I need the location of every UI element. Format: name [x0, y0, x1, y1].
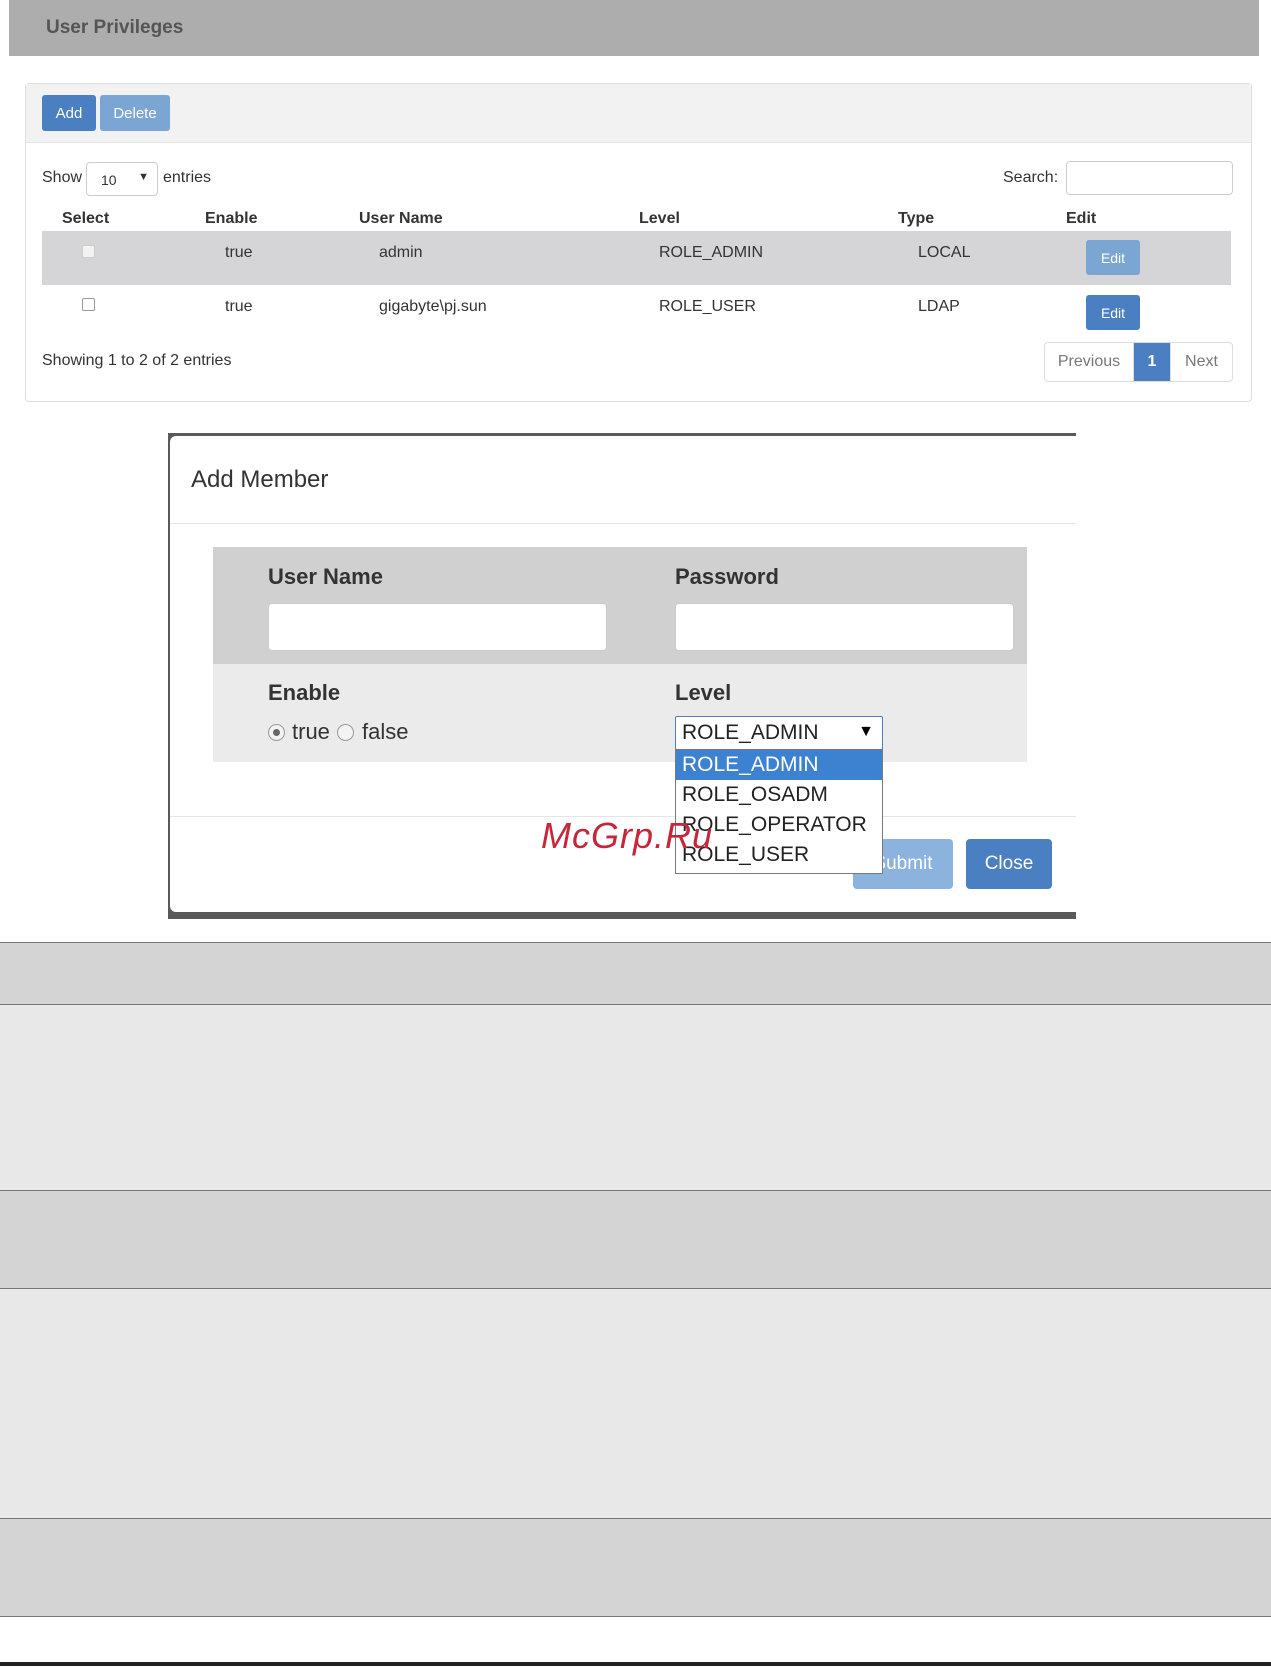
pagination-next[interactable]: Next: [1171, 343, 1232, 381]
watermark-text: McGrp.Ru: [541, 815, 714, 856]
section-title: User Privileges: [46, 17, 184, 38]
cell-type: LDAP: [918, 298, 960, 315]
column-header-level: Level: [639, 210, 680, 227]
column-header-type: Type: [898, 210, 935, 227]
enable-true-radio[interactable]: [268, 724, 285, 741]
level-label: Level: [675, 680, 732, 705]
band-row: [0, 1289, 1271, 1518]
user-privileges-panel: Add Delete Show 10 ▼ entries Search: Sel…: [25, 83, 1252, 402]
username-label: User Name: [268, 564, 383, 589]
add-button[interactable]: Add: [42, 95, 96, 131]
band-row: [0, 1519, 1271, 1616]
username-field[interactable]: [268, 603, 607, 651]
enable-true-label: true: [292, 719, 330, 744]
show-label: Show: [42, 169, 83, 186]
pagination: Previous 1 Next: [1044, 342, 1233, 382]
entries-label: entries: [163, 169, 212, 186]
credentials-section: User Name Password: [213, 547, 1027, 664]
table-row: [42, 231, 1231, 285]
band-row: [0, 1005, 1271, 1190]
enable-false-label: false: [362, 719, 409, 744]
cell-user-name: gigabyte\pj.sun: [379, 298, 487, 315]
search-label: Search:: [1003, 169, 1059, 186]
modal-divider: [170, 523, 1076, 524]
cell-user-name: admin: [379, 244, 423, 261]
search-input[interactable]: [1066, 161, 1233, 195]
row-select-checkbox[interactable]: [82, 245, 95, 258]
delete-button[interactable]: Delete: [100, 95, 170, 131]
section-header: User Privileges: [9, 0, 1259, 56]
cell-enable: true: [225, 298, 253, 315]
settings-section: Enable Level true false: [213, 664, 1027, 762]
entries-select[interactable]: 10 ▼: [86, 162, 158, 196]
chevron-down-icon: ▼: [138, 171, 149, 183]
level-select[interactable]: ROLE_ADMIN ▼: [675, 716, 883, 750]
enable-label: Enable: [268, 680, 341, 705]
column-header-user-name: User Name: [359, 210, 443, 227]
cell-type: LOCAL: [918, 244, 971, 261]
cell-enable: true: [225, 244, 253, 261]
cell-level: ROLE_ADMIN: [659, 244, 764, 261]
band-row: [0, 1191, 1271, 1288]
edit-button[interactable]: Edit: [1086, 240, 1140, 275]
page-bottom-rule: [0, 1662, 1271, 1666]
chevron-down-icon: ▼: [858, 723, 874, 740]
column-header-edit: Edit: [1066, 210, 1097, 227]
table-info: Showing 1 to 2 of 2 entries: [42, 352, 232, 369]
level-select-value: ROLE_ADMIN: [682, 721, 819, 744]
panel-toolbar: Add Delete: [26, 84, 1251, 143]
row-select-checkbox[interactable]: [82, 298, 95, 311]
level-option[interactable]: ROLE_OSADM: [676, 780, 882, 810]
divider: [0, 1616, 1271, 1617]
cell-level: ROLE_USER: [659, 298, 756, 315]
pagination-page[interactable]: 1: [1134, 343, 1171, 381]
column-header-select: Select: [62, 210, 110, 227]
column-header-enable: Enable: [205, 210, 258, 227]
password-label: Password: [675, 564, 779, 589]
band-row: [0, 943, 1271, 1004]
entries-value: 10: [101, 172, 117, 188]
modal-title: Add Member: [191, 466, 329, 493]
close-button[interactable]: Close: [966, 839, 1052, 889]
enable-false-radio[interactable]: [337, 724, 354, 741]
password-field[interactable]: [675, 603, 1014, 651]
edit-button[interactable]: Edit: [1086, 295, 1140, 330]
pagination-previous[interactable]: Previous: [1045, 343, 1134, 381]
level-option[interactable]: ROLE_ADMIN: [676, 750, 882, 780]
